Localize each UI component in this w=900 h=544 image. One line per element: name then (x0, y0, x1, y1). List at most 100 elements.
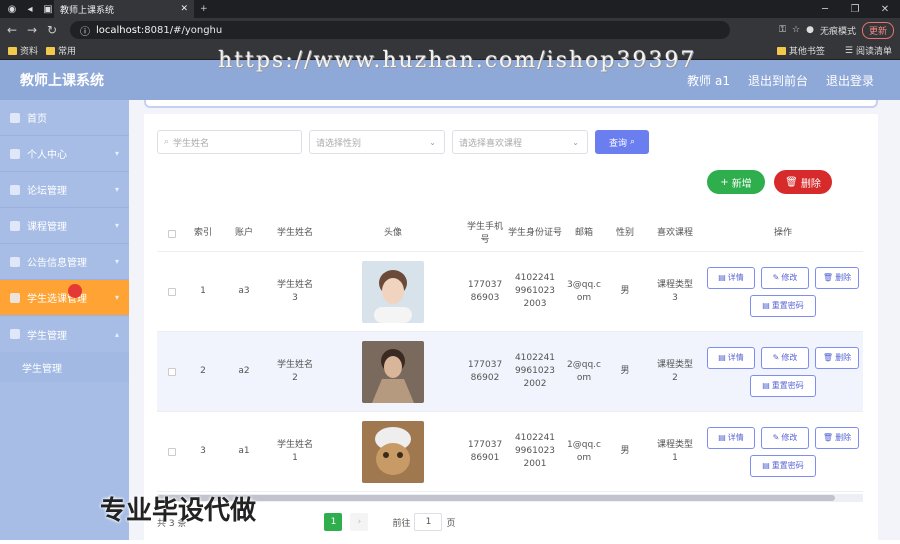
tab-active[interactable]: 教师上课系统 ✕ (54, 0, 194, 18)
chevron-down-icon: ⌄ (429, 137, 436, 147)
row-checkbox[interactable] (168, 447, 176, 456)
home-icon (10, 112, 20, 123)
maximize-icon[interactable]: ❐ (840, 4, 870, 15)
bookmark-label: 资料 (20, 47, 39, 57)
reset-password-button[interactable]: ▤ 重置密码 (750, 294, 816, 317)
cell-idcard: 410224199610232003 (514, 273, 556, 309)
speaker-icon[interactable]: ◂ (24, 3, 36, 15)
query-label: 查询 (608, 138, 627, 149)
edit-button[interactable]: ✎ 修改 (761, 426, 809, 449)
cell-course: 课程类型1 (657, 439, 694, 463)
tab-title: 教师上课系统 (60, 5, 115, 16)
cell-phone: 17703786902 (467, 359, 503, 383)
star-icon[interactable]: ☆ (792, 25, 800, 35)
update-button[interactable]: 更新 (861, 21, 894, 39)
table-row: 2 a2 学生姓名2 17703786902 41022419961023200… (157, 332, 863, 412)
chevron-down-icon: ▾ (114, 257, 119, 266)
url-field[interactable]: ⓘ localhost:8081/#/yonghu (70, 21, 730, 39)
course-select[interactable]: 请选择喜欢课程 ⌄ (452, 130, 588, 154)
top-card (144, 100, 878, 108)
app-tab-icon[interactable]: ▣ (42, 3, 54, 15)
edit-label: 修改 (781, 433, 798, 442)
edit-button[interactable]: ✎ 修改 (761, 346, 809, 369)
new-tab-icon[interactable]: + (194, 0, 214, 18)
sidebar-item-forum[interactable]: 论坛管理 ▾ (0, 172, 129, 208)
row-checkbox[interactable] (168, 367, 176, 376)
user-icon (10, 148, 20, 159)
horizontal-scrollbar[interactable] (157, 494, 863, 502)
forward-icon[interactable]: → (24, 23, 40, 37)
row-checkbox[interactable] (168, 287, 176, 296)
cell-name: 学生姓名2 (277, 359, 314, 383)
col-header: 喜欢课程 (656, 228, 693, 238)
delete-button[interactable]: 🗑 删除 (774, 170, 832, 194)
col-header: 学生手机号 (466, 221, 503, 245)
select-all-checkbox[interactable] (168, 229, 176, 238)
bookmark-folder[interactable]: 常用 (46, 44, 76, 57)
pagination: 共 3 条 1 › 前往 1 页 (157, 512, 863, 532)
reset-password-button[interactable]: ▤ 重置密码 (750, 454, 816, 477)
reset-label: 重置密码 (771, 461, 804, 470)
row-delete-button[interactable]: 🗑 删除 (815, 346, 859, 369)
detail-button[interactable]: ▤ 详情 (707, 266, 755, 289)
reload-icon[interactable]: ↻ (44, 23, 60, 37)
sidebar-item-home[interactable]: 首页 (0, 100, 129, 136)
reading-list[interactable]: ☰ 阅读清单 (845, 44, 892, 58)
close-icon[interactable]: ✕ (180, 4, 188, 14)
student-name-input[interactable]: ⌕ 学生姓名 (157, 130, 302, 154)
reset-label: 重置密码 (771, 301, 804, 310)
sidebar-item-label: 个人中心 (27, 150, 67, 161)
back-icon[interactable]: ← (4, 23, 20, 37)
doc-icon: ▤ (762, 381, 770, 390)
row-delete-label: 删除 (835, 353, 852, 362)
goto-page-input[interactable]: 1 (414, 513, 443, 531)
reset-password-button[interactable]: ▤ 重置密码 (750, 374, 816, 397)
folder-icon (46, 46, 56, 55)
avatar (362, 260, 424, 323)
gender-select[interactable]: 请选择性别 ⌄ (309, 130, 445, 154)
row-select-cell (157, 252, 187, 331)
scrollbar-thumb[interactable] (157, 495, 835, 501)
cell-email: 2@qq.com (567, 359, 601, 383)
add-button[interactable]: + 新增 (707, 170, 765, 194)
edit-button[interactable]: ✎ 修改 (761, 266, 809, 289)
chevron-down-icon: ▾ (114, 185, 119, 194)
sidebar-item-notice[interactable]: 公告信息管理 ▾ (0, 244, 129, 280)
doc-icon: ▤ (762, 301, 770, 310)
chevron-down-icon: ▾ (114, 293, 119, 302)
detail-button[interactable]: ▤ 详情 (707, 346, 755, 369)
sidebar-item-selection[interactable]: 学生选课管理 ▾ (0, 280, 129, 316)
row-delete-button[interactable]: 🗑 删除 (815, 266, 859, 289)
edit-icon: ✎ (772, 273, 780, 282)
sidebar-item-students[interactable]: 学生管理 ▴ (0, 316, 129, 352)
window-controls: ─ ❐ ✕ (810, 4, 900, 15)
sidebar-item-label: 课程管理 (27, 222, 67, 233)
row-delete-label: 删除 (835, 433, 852, 442)
page-1-button[interactable]: 1 (324, 513, 343, 531)
incognito-area: ⚿ ☆ ● 无痕模式 更新 (779, 21, 900, 39)
key-icon[interactable]: ⚿ (779, 25, 786, 35)
bookmark-folder[interactable]: 资料 (8, 44, 38, 57)
cell-index: 1 (200, 286, 206, 296)
cell-account: a1 (238, 446, 250, 456)
window-close-icon[interactable]: ✕ (870, 4, 900, 15)
other-bookmarks[interactable]: 其他书签 (776, 44, 825, 57)
query-button[interactable]: 查询 ⌕ (595, 130, 649, 154)
row-delete-button[interactable]: 🗑 删除 (815, 426, 859, 449)
sidebar-subitem-students[interactable]: 学生管理 (0, 352, 129, 382)
cell-operations: ▤ 详情 ✎ 修改 🗑 删除 ▤ 重置密码 (703, 332, 863, 411)
sidebar-item-course[interactable]: 课程管理 ▾ (0, 208, 129, 244)
logout-link[interactable]: 退出登录 (826, 72, 874, 89)
goto-prefix: 前往 (392, 518, 411, 529)
edit-label: 修改 (781, 353, 798, 362)
cell-gender: 男 (620, 286, 630, 296)
col-header: 账户 (234, 228, 253, 238)
detail-label: 详情 (727, 433, 744, 442)
sidebar-item-profile[interactable]: 个人中心 ▾ (0, 136, 129, 172)
detail-button[interactable]: ▤ 详情 (707, 426, 755, 449)
minimize-icon[interactable]: ─ (810, 4, 840, 15)
main-content: ⌕ 学生姓名 请选择性别 ⌄ 请选择喜欢课程 ⌄ 查询 ⌕ + 新增 🗑 删除 … (129, 100, 900, 544)
next-page-icon[interactable]: › (350, 513, 369, 531)
to-front-link[interactable]: 退出到前台 (748, 72, 808, 89)
bookmark-label: 常用 (58, 47, 77, 57)
